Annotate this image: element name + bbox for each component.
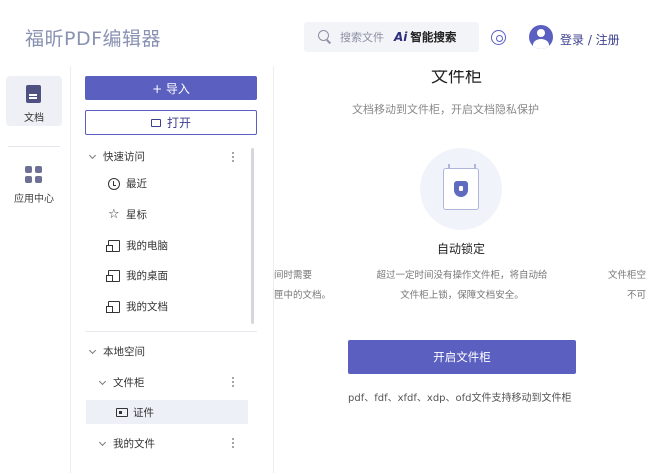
tree-item-cabinet[interactable]: 文件柜 (98, 375, 145, 390)
rail-item-label: 文档 (24, 113, 44, 124)
side-text-line: 间时需要 (274, 270, 313, 281)
tree-item-label: 我的文件 (113, 438, 155, 450)
nav-item-recent[interactable]: 最近 (108, 176, 147, 191)
divider (85, 331, 257, 332)
open-label: 打开 (166, 116, 191, 130)
chevron-down-icon (98, 377, 107, 385)
nav-item-my-documents[interactable]: 我的文档 (106, 299, 168, 314)
carousel-next-card: 文件柜空 不可 (608, 266, 646, 306)
tree-item-certificates[interactable]: 证件 (86, 400, 248, 424)
more-options-icon[interactable] (232, 438, 235, 450)
avatar-icon[interactable] (529, 25, 553, 49)
ai-search-button[interactable]: 智能搜索 (410, 29, 456, 45)
more-options-icon[interactable] (232, 152, 235, 164)
import-label: + 导入 (152, 81, 190, 96)
rail-item-apps-label[interactable]: 应用中心 (6, 190, 62, 205)
lock-illustration (420, 148, 502, 230)
chevron-down-icon (88, 151, 97, 159)
open-button[interactable]: 打开 (85, 110, 257, 135)
feature-desc-line: 超过一定时间没有操作文件柜，将自动给 (376, 270, 548, 281)
ai-icon: Ai (394, 30, 408, 44)
document-icon (26, 85, 41, 103)
star-icon: ☆ (108, 206, 120, 222)
nav-item-starred[interactable]: ☆ 星标 (108, 207, 147, 222)
page-subtitle: 文档移动到文件柜，开启文档隐私保护 (352, 103, 539, 116)
section-title: 本地空间 (103, 346, 145, 358)
side-text-line: 匣中的文档。 (274, 290, 332, 301)
tree-item-my-files[interactable]: 我的文件 (98, 436, 155, 451)
nav-item-label: 我的电脑 (126, 240, 168, 252)
feature-desc-line: 文件柜上锁，保障文档安全。 (400, 290, 524, 301)
login-register-link[interactable]: 登录 / 注册 (560, 31, 620, 48)
section-title: 快速访问 (103, 151, 145, 163)
import-button[interactable]: + 导入 (85, 76, 257, 100)
tree-item-label: 文件柜 (113, 377, 145, 389)
carousel-prev-card: 间时需要 匣中的文档。 (274, 266, 331, 306)
feature-title: 自动锁定 (437, 242, 486, 256)
nav-item-label: 星标 (126, 209, 147, 221)
settings-icon[interactable] (491, 30, 506, 45)
nav-item-label: 最近 (126, 178, 147, 190)
more-options-icon[interactable] (232, 377, 235, 389)
folder-open-icon (150, 118, 161, 127)
side-text-line: 不可 (627, 290, 647, 301)
shield-lock-icon (454, 181, 468, 197)
chevron-down-icon (98, 438, 107, 446)
tree-item-label: 证件 (133, 406, 154, 419)
chevron-down-icon (88, 346, 97, 354)
supported-formats-note: pdf、fdf、xfdf、xdp、ofd文件支持移动到文件柜 (348, 393, 572, 404)
app-title: 福昕PDF编辑器 (25, 28, 162, 50)
nav-item-label: 我的文档 (126, 301, 168, 313)
apps-grid-icon[interactable] (25, 166, 43, 184)
clock-icon (108, 177, 120, 190)
enable-cabinet-button[interactable]: 开启文件柜 (348, 340, 576, 374)
divider (8, 146, 60, 147)
page-title: 文件柜 (431, 67, 482, 87)
id-card-icon (116, 407, 128, 417)
nav-item-label: 我的桌面 (126, 270, 168, 282)
search-box[interactable]: 搜索文件 Ai 智能搜索 (304, 22, 479, 52)
desktop-icon (106, 269, 120, 282)
section-local-space[interactable]: 本地空间 (88, 344, 145, 359)
documents-icon (106, 300, 120, 313)
divider (70, 66, 71, 473)
left-rail: 文档 应用中心 (0, 66, 70, 473)
calendar-icon (443, 164, 479, 210)
computer-icon (106, 239, 120, 252)
feature-description: 超过一定时间没有操作文件柜，将自动给 文件柜上锁，保障文档安全。 (352, 266, 572, 306)
rail-item-documents[interactable]: 文档 (6, 76, 62, 126)
search-icon (318, 30, 332, 44)
nav-item-my-computer[interactable]: 我的电脑 (106, 238, 168, 253)
search-placeholder[interactable]: 搜索文件 (340, 29, 384, 45)
scrollbar[interactable] (251, 148, 254, 324)
side-text-line: 文件柜空 (608, 270, 647, 281)
nav-item-my-desktop[interactable]: 我的桌面 (106, 268, 168, 283)
section-quick-access[interactable]: 快速访问 (88, 149, 145, 164)
